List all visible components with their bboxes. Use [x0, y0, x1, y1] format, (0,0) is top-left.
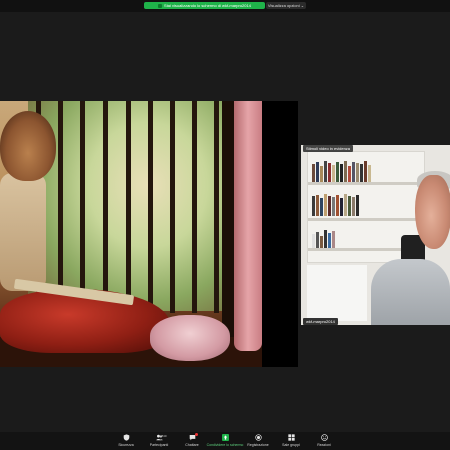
security-button[interactable]: Sicurezza	[113, 434, 139, 447]
breakout-rooms-icon	[287, 434, 295, 441]
reactions-icon	[320, 434, 328, 441]
share-screen-icon	[221, 434, 229, 441]
share-screen-button[interactable]: Condividere lo schermo	[207, 434, 243, 447]
security-label: Sicurezza	[118, 443, 134, 447]
top-bar: Stai visualizzando lo schermo di wkf-mar…	[0, 0, 450, 12]
reactions-label: Reazioni	[317, 443, 331, 447]
view-options-button[interactable]: Visualizza opzioni ⌄	[266, 2, 306, 9]
record-button[interactable]: Registrazione	[245, 434, 271, 447]
participants-count: 840	[161, 434, 167, 438]
record-icon	[254, 434, 262, 441]
participants-label: Partecipanti	[149, 443, 169, 447]
breakout-rooms-label: Sale gruppi	[282, 443, 300, 447]
shield-icon	[123, 434, 130, 441]
meeting-stage: Stimoli video in evidenza wkf-marpro2014	[0, 12, 450, 432]
participant-person	[371, 171, 450, 325]
share-status-icon	[158, 3, 163, 8]
breakout-rooms-button[interactable]: Sale gruppi	[278, 434, 304, 447]
meeting-toolbar: Sicurezza 840 Partecipanti Chattare Cond…	[0, 432, 450, 450]
chat-notification-dot	[194, 433, 198, 436]
reactions-button[interactable]: Reazioni	[311, 434, 337, 447]
participant-name-label: wkf-marpro2014	[303, 318, 338, 325]
record-label: Registrazione	[247, 443, 269, 447]
share-screen-label: Condividere lo schermo	[206, 443, 244, 447]
chat-label: Chattare	[185, 443, 199, 447]
chat-icon	[189, 433, 198, 441]
chat-button[interactable]: Chattare	[179, 433, 205, 447]
tile-title-label: Stimoli video in evidenza	[303, 145, 354, 152]
share-status-text: Stai visualizzando lo schermo di wkf-mar…	[164, 3, 251, 8]
video-frame-child-reading	[0, 101, 262, 367]
participant-video-tile[interactable]: Stimoli video in evidenza wkf-marpro2014	[301, 145, 450, 325]
shared-screen-video	[0, 101, 298, 367]
participants-button[interactable]: 840 Partecipanti	[146, 434, 172, 447]
participants-icon: 840	[155, 434, 167, 441]
screen-share-status-pill[interactable]: Stai visualizzando lo schermo di wkf-mar…	[144, 2, 265, 9]
